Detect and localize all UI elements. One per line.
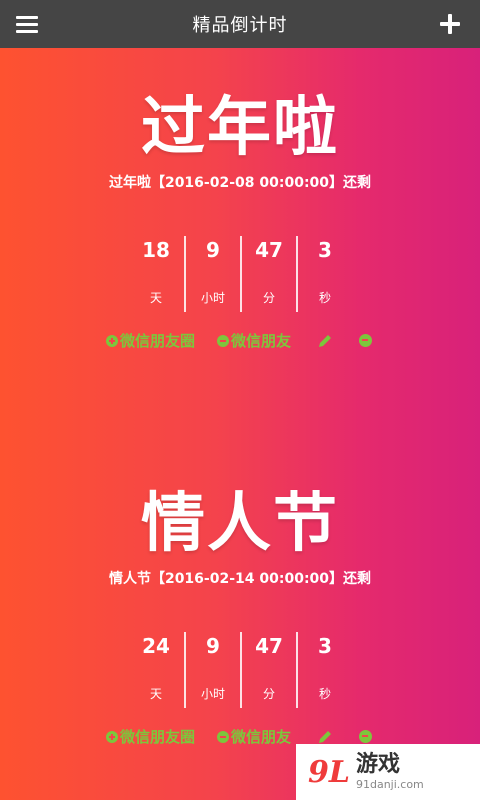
top-bar: 精品倒计时 [0, 0, 480, 48]
countdown-seconds: 3 秒 [296, 632, 352, 708]
hours-value: 9 [206, 634, 220, 658]
event-title: 过年啦 [141, 90, 339, 165]
days-value: 24 [142, 634, 170, 658]
seconds-value: 3 [318, 238, 332, 262]
remove-icon[interactable] [359, 730, 373, 743]
plus-circle-icon [105, 730, 118, 743]
add-icon[interactable] [440, 14, 460, 34]
seconds-value: 3 [318, 634, 332, 658]
pencil-icon[interactable] [317, 729, 333, 745]
countdown-card: 过年啦 过年啦【2016-02-08 00:00:00】还剩 18 天 9 小时… [0, 88, 480, 351]
minutes-value: 47 [255, 238, 283, 262]
days-label: 天 [149, 687, 162, 701]
watermark-mark: 9L [308, 754, 350, 790]
countdown-seconds: 3 秒 [296, 236, 352, 312]
minutes-label: 分 [262, 291, 275, 305]
share-friends-button[interactable]: 微信朋友 [217, 330, 291, 351]
countdown-hours: 9 小时 [184, 632, 240, 708]
share-friends-label: 微信朋友 [231, 332, 292, 350]
event-subtitle: 过年啦【2016-02-08 00:00:00】还剩 [108, 175, 372, 191]
seconds-label: 秒 [318, 687, 331, 701]
minus-circle-icon [217, 334, 229, 347]
hours-label: 小时 [200, 291, 225, 305]
watermark-logo: 9L 游戏 91danji.com [296, 744, 480, 800]
share-moments-label: 微信朋友圈 [119, 728, 195, 746]
hours-value: 9 [206, 238, 220, 262]
seconds-label: 秒 [318, 291, 331, 305]
page-title: 精品倒计时 [192, 15, 288, 36]
action-row: 微信朋友圈 微信朋友 [0, 330, 480, 351]
days-value: 18 [142, 238, 170, 262]
watermark-text: 游戏 91danji.com [356, 752, 424, 792]
watermark-name: 游戏 [355, 752, 400, 777]
countdown-minutes: 47 分 [240, 632, 296, 708]
countdown-timer: 18 天 9 小时 47 分 3 秒 [0, 236, 480, 312]
remove-icon[interactable] [359, 334, 373, 347]
watermark-site: 91danji.com [355, 778, 424, 791]
share-friends-label: 微信朋友 [231, 728, 292, 746]
countdown-minutes: 47 分 [240, 236, 296, 312]
share-moments-label: 微信朋友圈 [119, 332, 195, 350]
hours-label: 小时 [200, 687, 225, 701]
days-label: 天 [149, 291, 162, 305]
menu-icon[interactable] [16, 16, 38, 33]
minutes-label: 分 [262, 687, 275, 701]
minus-circle-icon [217, 730, 229, 743]
countdown-days: 24 天 [128, 632, 184, 708]
minutes-value: 47 [255, 634, 283, 658]
event-subtitle: 情人节【2016-02-14 00:00:00】还剩 [108, 571, 372, 587]
countdown-hours: 9 小时 [184, 236, 240, 312]
countdown-timer: 24 天 9 小时 47 分 3 秒 [0, 632, 480, 708]
event-title: 情人节 [141, 486, 339, 561]
countdown-card: 情人节 情人节【2016-02-14 00:00:00】还剩 24 天 9 小时… [0, 484, 480, 747]
share-moments-button[interactable]: 微信朋友圈 [105, 330, 195, 351]
countdown-days: 18 天 [128, 236, 184, 312]
pencil-icon[interactable] [317, 333, 333, 349]
plus-circle-icon [105, 334, 118, 347]
share-moments-button[interactable]: 微信朋友圈 [105, 726, 195, 747]
share-friends-button[interactable]: 微信朋友 [217, 726, 291, 747]
